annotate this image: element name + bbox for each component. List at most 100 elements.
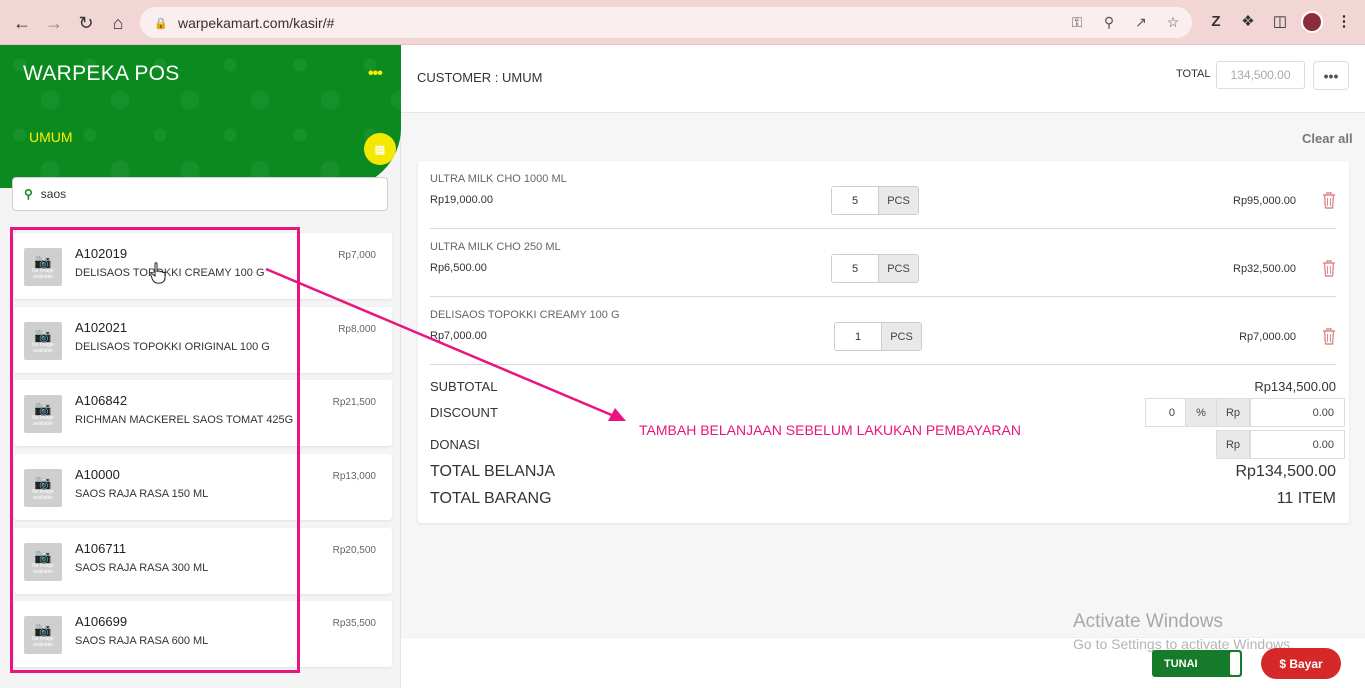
trash-icon[interactable] — [1322, 259, 1336, 277]
profile-avatar[interactable] — [1301, 11, 1323, 33]
annotation-text: TAMBAH BELANJAAN SEBELUM LAKUKAN PEMBAYA… — [639, 422, 1021, 438]
item-price: Rp7,000.00 — [430, 330, 487, 342]
no-image-thumbnail: 📷 No Image available — [24, 395, 62, 433]
back-icon[interactable]: ← — [10, 11, 34, 35]
product-name: RICHMAN MACKEREL SAOS TOMAT 425G — [75, 414, 294, 426]
sidebar-panel-icon[interactable]: ◫ — [1270, 12, 1290, 32]
product-name: DELISAOS TOPOKKI ORIGINAL 100 G — [75, 341, 270, 353]
toggle-knob — [1230, 652, 1240, 675]
puzzle-icon[interactable]: ❖ — [1238, 12, 1258, 32]
no-image-thumbnail: 📷 No Image available — [24, 248, 62, 286]
zoom-icon[interactable]: ⚲ — [1100, 13, 1118, 31]
product-card[interactable]: 📷 No Image available A102019 DELISAOS TOP… — [14, 233, 392, 299]
forward-icon[interactable]: → — [42, 11, 66, 35]
product-price: Rp8,000 — [338, 324, 376, 335]
barcode-scan-button[interactable]: ▤ — [364, 133, 396, 165]
item-price: Rp6,500.00 — [430, 262, 487, 274]
payment-method-toggle[interactable]: TUNAI — [1152, 650, 1242, 677]
cart-card: ULTRA MILK CHO 1000 ML Rp19,000.00 5 PCS… — [418, 161, 1349, 523]
camera-icon: 📷 — [34, 621, 52, 637]
product-code: A102019 — [75, 246, 128, 261]
url-text[interactable]: warpekamart.com/kasir/# — [178, 15, 334, 31]
quantity-field[interactable]: 1 — [835, 323, 881, 350]
more-options-button[interactable]: ••• — [1313, 61, 1349, 90]
pay-button[interactable]: $ Bayar — [1261, 648, 1341, 679]
total-barang-value: 11 ITEM — [1276, 490, 1336, 507]
trash-icon[interactable] — [1322, 327, 1336, 345]
reload-icon[interactable]: ↻ — [74, 11, 98, 35]
pos-header: WARPEKA POS ••• UMUM — [0, 45, 401, 188]
rp-addon: Rp — [1216, 430, 1250, 459]
quantity-input-group[interactable]: 1 PCS — [834, 322, 922, 351]
windows-watermark-title: Activate Windows — [1073, 611, 1223, 632]
product-price: Rp13,000 — [332, 471, 376, 482]
product-card[interactable]: 📷 No Image available A106842 RICHMAN MACK… — [14, 380, 392, 446]
product-name: DELISAOS TOPOKKI CREAMY 100 G — [75, 267, 265, 279]
pos-menu-icon[interactable]: ••• — [368, 65, 383, 83]
camera-icon: 📷 — [34, 253, 52, 269]
product-price: Rp35,500 — [332, 618, 376, 629]
item-total: Rp95,000.00 — [1233, 195, 1296, 207]
browser-toolbar: ← → ↻ ⌂ 🔒 warpekamart.com/kasir/# ⚿ ⚲ ↗ … — [0, 0, 1365, 45]
product-code: A106711 — [75, 541, 127, 556]
browser-menu-icon[interactable]: ⋮ — [1334, 12, 1354, 32]
product-code: A106699 — [75, 614, 128, 629]
total-barang-label: TOTAL BARANG — [430, 490, 552, 507]
key-icon[interactable]: ⚿ — [1068, 13, 1086, 31]
barcode-icon: ▤ — [374, 143, 386, 156]
item-name: DELISAOS TOPOKKI CREAMY 100 G — [430, 309, 620, 321]
product-card[interactable]: 📷 No Image available A10000 SAOS RAJA RAS… — [14, 454, 392, 520]
subtotal-value: Rp134,500.00 — [1254, 379, 1336, 394]
customer-name: CUSTOMER : UMUM — [417, 70, 543, 85]
product-name: SAOS RAJA RASA 150 ML — [75, 488, 209, 500]
pos-title: WARPEKA POS — [23, 62, 180, 85]
product-code: A106842 — [75, 393, 128, 408]
quantity-field[interactable]: 5 — [832, 255, 878, 282]
donasi-amount-input[interactable]: 0.00 — [1250, 430, 1345, 459]
quantity-field[interactable]: 5 — [832, 187, 878, 214]
search-input[interactable] — [40, 187, 361, 201]
item-name: ULTRA MILK CHO 250 ML — [430, 241, 561, 253]
cart-item: ULTRA MILK CHO 1000 ML Rp19,000.00 5 PCS… — [430, 161, 1336, 229]
unit-label: PCS — [878, 255, 918, 282]
hand-cursor-icon — [150, 262, 166, 284]
address-bar[interactable]: 🔒 warpekamart.com/kasir/# ⚿ ⚲ ↗ ☆ — [140, 7, 1192, 38]
payment-method-label: TUNAI — [1164, 657, 1198, 670]
product-name: SAOS RAJA RASA 600 ML — [75, 635, 209, 647]
lock-icon: 🔒 — [154, 17, 168, 30]
product-search[interactable]: ⚲ — [12, 177, 388, 211]
no-image-thumbnail: 📷 No Image available — [24, 616, 62, 654]
clear-all-button[interactable]: Clear all — [1302, 131, 1353, 146]
customer-label[interactable]: UMUM — [29, 129, 73, 145]
product-code: A102021 — [75, 320, 128, 335]
discount-amount-input[interactable]: 0.00 — [1250, 398, 1345, 427]
item-total: Rp32,500.00 — [1233, 263, 1296, 275]
product-name: SAOS RAJA RASA 300 ML — [75, 562, 209, 574]
camera-icon: 📷 — [34, 474, 52, 490]
product-card[interactable]: 📷 No Image available A106711 SAOS RAJA RA… — [14, 528, 392, 594]
home-icon[interactable]: ⌂ — [106, 11, 130, 35]
cart-item: ULTRA MILK CHO 250 ML Rp6,500.00 5 PCS R… — [430, 229, 1336, 297]
total-belanja-label: TOTAL BELANJA — [430, 463, 556, 480]
total-display: 134,500.00 — [1216, 61, 1305, 89]
unit-label: PCS — [878, 187, 918, 214]
product-card[interactable]: 📷 No Image available A102021 DELISAOS TOP… — [14, 307, 392, 373]
share-icon[interactable]: ↗ — [1132, 13, 1150, 31]
discount-label: DISCOUNT — [430, 405, 498, 420]
quantity-input-group[interactable]: 5 PCS — [831, 254, 919, 283]
camera-icon: 📷 — [34, 327, 52, 343]
product-card[interactable]: 📷 No Image available A106699 SAOS RAJA RA… — [14, 601, 392, 667]
product-price: Rp21,500 — [332, 397, 376, 408]
trash-icon[interactable] — [1322, 191, 1336, 209]
extension-z-icon[interactable]: Z — [1206, 12, 1226, 32]
search-icon: ⚲ — [24, 187, 33, 201]
quantity-input-group[interactable]: 5 PCS — [831, 186, 919, 215]
discount-percent-input[interactable]: 0 — [1145, 398, 1186, 427]
no-image-thumbnail: 📷 No Image available — [24, 543, 62, 581]
subtotal-label: SUBTOTAL — [430, 379, 498, 394]
item-total: Rp7,000.00 — [1239, 331, 1296, 343]
product-price: Rp20,500 — [332, 545, 376, 556]
bookmark-star-icon[interactable]: ☆ — [1164, 13, 1182, 31]
camera-icon: 📷 — [34, 400, 52, 416]
product-panel: WARPEKA POS ••• UMUM ▤ ⚲ 📷No Image avail… — [0, 45, 401, 688]
